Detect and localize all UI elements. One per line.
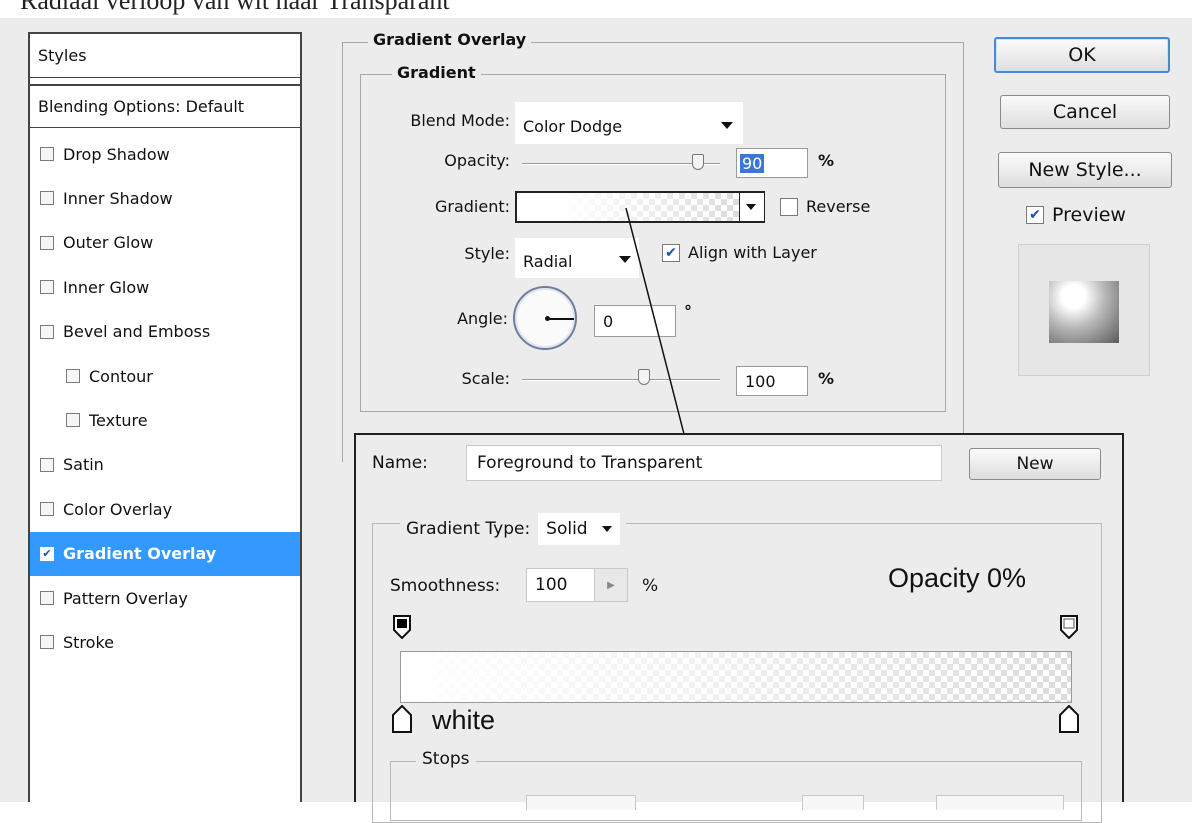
color-stop-right-icon (1059, 704, 1079, 733)
gradient-type-value: Solid (546, 519, 588, 539)
stop-delete-button[interactable] (936, 795, 1064, 810)
opacity-stop-right[interactable] (1060, 615, 1078, 640)
stop-opacity-field[interactable] (526, 795, 636, 810)
chevron-down-icon (601, 526, 612, 532)
smoothness-value: 100 (535, 575, 568, 595)
name-label: Name: (372, 453, 428, 473)
gradient-type-select[interactable]: Solid (538, 513, 620, 545)
new-gradient-button[interactable]: New (969, 448, 1101, 480)
annotation-pointer-line (625, 207, 685, 435)
gradient-bar[interactable] (400, 651, 1072, 703)
color-stop-right[interactable] (1059, 704, 1079, 733)
stops-title: Stops (416, 749, 476, 769)
gradient-name-input[interactable]: Foreground to Transparent (466, 445, 942, 481)
opacity-annotation: Opacity 0% (888, 563, 1027, 593)
smoothness-unit: % (642, 576, 659, 596)
smoothness-label: Smoothness: (390, 576, 501, 596)
chevron-right-icon[interactable]: ▶ (594, 569, 627, 601)
gradient-editor-panel: Name: Foreground to Transparent New Grad… (354, 433, 1124, 823)
smoothness-input[interactable]: 100 ▶ (526, 568, 628, 602)
stop-location-field[interactable] (802, 795, 864, 810)
opacity-stop-right-icon (1060, 615, 1078, 640)
opacity-stop-left[interactable] (393, 615, 411, 640)
gradient-type-label: Gradient Type: (406, 519, 531, 539)
stops-group (390, 761, 1082, 821)
gradient-type-legend: Gradient Type: Solid (400, 513, 626, 545)
color-stop-left[interactable] (392, 704, 412, 733)
opacity-stop-left-icon (393, 615, 411, 640)
white-annotation: white (432, 705, 496, 735)
gradient-name-value: Foreground to Transparent (477, 453, 703, 473)
color-stop-left-icon (392, 704, 412, 733)
